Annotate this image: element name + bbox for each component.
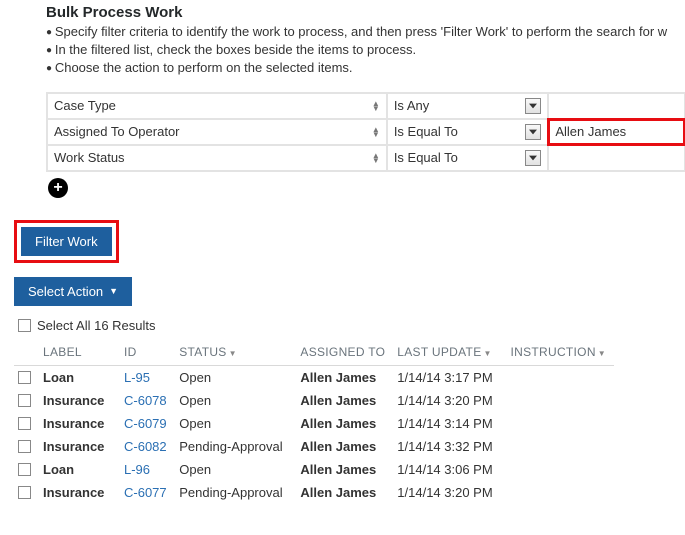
cell-assigned: Allen James — [296, 458, 393, 481]
case-id-link[interactable]: C-6077 — [124, 485, 167, 500]
chevron-down-icon — [525, 150, 541, 166]
filter-field-select[interactable]: Work Status ▲▼ — [48, 146, 386, 170]
case-id-link[interactable]: C-6079 — [124, 416, 167, 431]
row-checkbox[interactable] — [18, 463, 31, 476]
filter-operator-select[interactable]: Is Equal To — [388, 120, 548, 144]
results-table: LABEL ID STATUS▼ ASSIGNED TO LAST UPDATE… — [14, 339, 614, 504]
cell-updated: 1/14/14 3:20 PM — [393, 389, 506, 412]
filter-operator-select[interactable]: Is Any — [388, 94, 548, 118]
cell-assigned: Allen James — [296, 365, 393, 389]
select-all-label: Select All 16 Results — [37, 318, 156, 333]
filter-value-input[interactable]: Allen James — [549, 121, 684, 142]
case-id-link[interactable]: C-6082 — [124, 439, 167, 454]
instruction-line: Choose the action to perform on the sele… — [46, 59, 685, 77]
cell-instructions — [506, 435, 614, 458]
col-header-assigned[interactable]: ASSIGNED TO — [296, 339, 393, 366]
cell-instructions — [506, 458, 614, 481]
filter-operator-label: Is Equal To — [394, 124, 458, 139]
filter-field-label: Case Type — [54, 98, 116, 113]
select-action-button[interactable]: Select Action ▼ — [14, 277, 132, 306]
caret-down-icon: ▼ — [109, 286, 118, 296]
cell-status: Open — [175, 365, 296, 389]
col-header-label[interactable]: LABEL — [39, 339, 120, 366]
cell-label: Insurance — [39, 435, 120, 458]
cell-updated: 1/14/14 3:32 PM — [393, 435, 506, 458]
cell-assigned: Allen James — [296, 412, 393, 435]
row-checkbox[interactable] — [18, 371, 31, 384]
cell-updated: 1/14/14 3:14 PM — [393, 412, 506, 435]
cell-status: Open — [175, 458, 296, 481]
select-action-label: Select Action — [28, 284, 103, 299]
filter-criteria-table: Case Type ▲▼ Is Any Assigned To Operator… — [46, 92, 685, 172]
row-checkbox[interactable] — [18, 394, 31, 407]
row-checkbox[interactable] — [18, 486, 31, 499]
chevron-down-icon — [525, 98, 541, 114]
sort-icon: ▼ — [484, 349, 492, 358]
cell-label: Insurance — [39, 481, 120, 504]
cell-status: Pending-Approval — [175, 435, 296, 458]
cell-instructions — [506, 481, 614, 504]
col-header-updated[interactable]: LAST UPDATE▼ — [393, 339, 506, 366]
cell-assigned: Allen James — [296, 481, 393, 504]
cell-updated: 1/14/14 3:20 PM — [393, 481, 506, 504]
select-all-checkbox[interactable] — [18, 319, 31, 332]
case-id-link[interactable]: L-95 — [124, 370, 150, 385]
filter-field-label: Work Status — [54, 150, 125, 165]
filter-operator-label: Is Equal To — [394, 150, 458, 165]
filter-value-input[interactable] — [549, 155, 684, 161]
add-filter-row-button[interactable]: + — [48, 178, 68, 198]
cell-assigned: Allen James — [296, 435, 393, 458]
table-row: Insurance C-6077 Pending-ApprovalAllen Jam… — [14, 481, 614, 504]
table-row: Loan L-96 OpenAllen James1/14/14 3:06 PM — [14, 458, 614, 481]
cell-instructions — [506, 389, 614, 412]
sort-icon: ▼ — [229, 349, 237, 358]
cell-status: Pending-Approval — [175, 481, 296, 504]
filter-field-select[interactable]: Assigned To Operator ▲▼ — [48, 120, 386, 144]
cell-status: Open — [175, 412, 296, 435]
filter-work-button[interactable]: Filter Work — [21, 227, 112, 256]
filter-operator-label: Is Any — [394, 98, 429, 113]
instruction-line: Specify filter criteria to identify the … — [46, 23, 685, 41]
cell-label: Insurance — [39, 412, 120, 435]
col-header-instructions[interactable]: INSTRUCTION▼ — [506, 339, 614, 366]
col-header-id[interactable]: ID — [120, 339, 175, 366]
cell-instructions — [506, 412, 614, 435]
cell-label: Insurance — [39, 389, 120, 412]
filter-field-select[interactable]: Case Type ▲▼ — [48, 94, 386, 118]
table-row: Insurance C-6078 OpenAllen James1/14/14 3:… — [14, 389, 614, 412]
case-id-link[interactable]: C-6078 — [124, 393, 167, 408]
filter-value-input[interactable] — [549, 103, 684, 109]
cell-label: Loan — [39, 365, 120, 389]
cell-instructions — [506, 365, 614, 389]
cell-updated: 1/14/14 3:06 PM — [393, 458, 506, 481]
sort-icon: ▼ — [598, 349, 606, 358]
table-row: Loan L-95 OpenAllen James1/14/14 3:17 PM — [14, 365, 614, 389]
col-header-status[interactable]: STATUS▼ — [175, 339, 296, 366]
row-checkbox[interactable] — [18, 417, 31, 430]
spinner-arrows-icon: ▲▼ — [372, 153, 380, 163]
cell-updated: 1/14/14 3:17 PM — [393, 365, 506, 389]
spinner-arrows-icon: ▲▼ — [372, 127, 380, 137]
table-row: Insurance C-6082 Pending-ApprovalAllen Jam… — [14, 435, 614, 458]
filter-operator-select[interactable]: Is Equal To — [388, 146, 548, 170]
page-title: Bulk Process Work — [46, 4, 685, 21]
row-checkbox[interactable] — [18, 440, 31, 453]
filter-field-label: Assigned To Operator — [54, 124, 180, 139]
cell-assigned: Allen James — [296, 389, 393, 412]
chevron-down-icon — [525, 124, 541, 140]
cell-status: Open — [175, 389, 296, 412]
instructions-block: Specify filter criteria to identify the … — [46, 23, 685, 78]
instruction-line: In the filtered list, check the boxes be… — [46, 41, 685, 59]
spinner-arrows-icon: ▲▼ — [372, 101, 380, 111]
case-id-link[interactable]: L-96 — [124, 462, 150, 477]
cell-label: Loan — [39, 458, 120, 481]
table-row: Insurance C-6079 OpenAllen James1/14/14 3:… — [14, 412, 614, 435]
